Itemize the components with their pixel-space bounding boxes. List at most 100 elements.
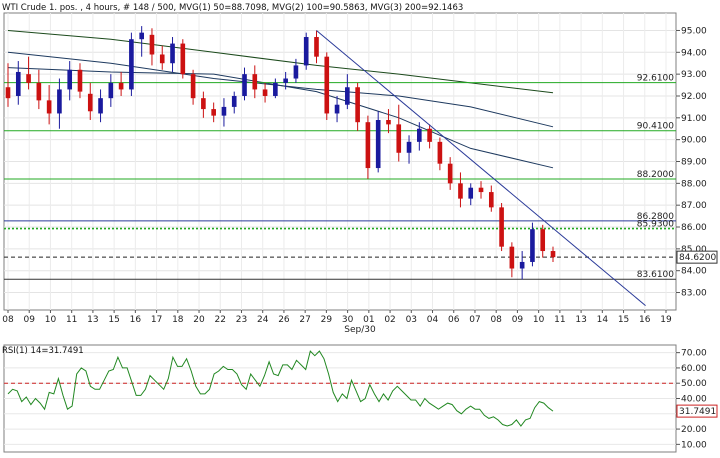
candle-body xyxy=(242,74,247,96)
level-label: 83.6100 xyxy=(637,270,674,280)
candle-body xyxy=(334,104,340,114)
candle-body xyxy=(180,43,186,75)
price-panel: 92.610090.410088.200086.280085.930083.61… xyxy=(2,3,718,335)
x-tick-label: 15 xyxy=(108,315,119,325)
rsi-panel: 10.0020.0030.0040.0050.0060.0070.0031.74… xyxy=(2,344,718,453)
x-tick-label: 08 xyxy=(490,315,502,325)
x-tick-label: 26 xyxy=(278,315,290,325)
candle-body xyxy=(5,87,11,99)
candle-body xyxy=(36,82,42,101)
x-axis-annotation: Sep/30 xyxy=(344,325,376,335)
rsi-header: RSI(1) 14=31.7491 xyxy=(2,346,84,356)
candle-body xyxy=(519,261,525,269)
x-tick-label: 15 xyxy=(618,315,629,325)
x-tick-label: 02 xyxy=(384,315,395,325)
candle-body xyxy=(108,82,114,99)
candle-body xyxy=(406,141,412,153)
x-tick-label: 27 xyxy=(299,315,310,325)
candle-body xyxy=(201,98,206,110)
x-tick-label: 18 xyxy=(172,315,184,325)
candle-body xyxy=(211,109,216,116)
candle-body xyxy=(396,124,402,153)
x-tick-label: 06 xyxy=(448,315,460,325)
x-tick-label: 30 xyxy=(342,315,354,325)
price-y-tick-label: 91.00 xyxy=(681,114,707,124)
candle-body xyxy=(468,187,474,199)
chart-root: 92.6100 90.4100 88.2000 86.2800 85.9300 83.61… xyxy=(0,0,720,458)
x-tick-label: 11 xyxy=(66,315,77,325)
price-y-tick-label: 87.00 xyxy=(681,201,707,211)
candle-body xyxy=(15,71,21,96)
candle-body xyxy=(303,37,309,66)
x-tick-label: 17 xyxy=(151,315,162,325)
main-header: WTI Crude 1. pos. , 4 hours, # 148 / 500… xyxy=(2,3,463,13)
candle-body xyxy=(499,207,504,247)
candle-body xyxy=(324,56,330,114)
level-label: 92.6100 xyxy=(637,74,674,84)
price-y-tick-label: 95.00 xyxy=(681,26,707,36)
candle-body xyxy=(447,163,453,184)
candle-body xyxy=(46,100,52,114)
x-tick-label: 10 xyxy=(45,315,57,325)
candle-body xyxy=(375,120,381,169)
x-tick-label: 08 xyxy=(2,315,14,325)
rsi-y-tick-label: 20.00 xyxy=(681,425,707,435)
candle-body xyxy=(118,82,124,90)
price-y-tick-label: 94.00 xyxy=(681,48,707,58)
candle-body xyxy=(252,74,258,90)
level-label: 90.4100 xyxy=(637,122,674,132)
candle-body xyxy=(190,74,196,99)
rsi-y-tick-label: 10.00 xyxy=(681,440,707,450)
candle-body xyxy=(345,87,350,105)
x-tick-label: 16 xyxy=(130,315,142,325)
x-tick-label: 16 xyxy=(639,315,651,325)
x-tick-label: 13 xyxy=(575,315,586,325)
candle-body xyxy=(509,246,515,269)
x-tick-label: 23 xyxy=(236,315,247,325)
x-tick-label: 24 xyxy=(257,315,269,325)
level-label: 88.2000 xyxy=(637,170,674,180)
candle-body xyxy=(170,43,175,64)
x-tick-label: 19 xyxy=(660,315,672,325)
candle-body xyxy=(139,32,144,40)
rsi-y-tick-label: 70.00 xyxy=(681,349,707,359)
x-tick-label: 22 xyxy=(215,315,226,325)
candle-body xyxy=(283,78,288,83)
candle-body xyxy=(149,34,155,55)
rsi-current-label: 31.7491 xyxy=(679,407,716,417)
level-label: 85.9300 xyxy=(637,220,674,230)
x-tick-label: 09 xyxy=(512,315,524,325)
x-tick-label: 04 xyxy=(427,315,439,325)
x-tick-label: 11 xyxy=(554,315,565,325)
price-y-tick-label: 86.00 xyxy=(681,223,707,233)
candle-body xyxy=(488,192,494,208)
rsi-y-tick-label: 50.00 xyxy=(681,379,707,389)
candle-body xyxy=(262,89,268,96)
x-tick-label: 13 xyxy=(87,315,98,325)
candle-body xyxy=(67,69,73,90)
candle-body xyxy=(478,187,484,193)
candle-body xyxy=(550,251,556,258)
candle-body xyxy=(98,98,103,114)
price-y-tick-label: 92.00 xyxy=(681,92,707,102)
candle-body xyxy=(314,37,319,57)
candle-body xyxy=(57,89,62,114)
price-y-tick-label: 83.00 xyxy=(681,289,707,299)
rsi-y-tick-label: 60.00 xyxy=(681,364,707,374)
candle-body xyxy=(365,122,371,169)
x-tick-label: 07 xyxy=(469,315,480,325)
current-price-label: 84.6200 xyxy=(679,253,716,263)
candle-body xyxy=(530,229,535,262)
candle-body xyxy=(273,82,278,96)
price-y-tick-label: 84.00 xyxy=(681,267,707,277)
x-tick-label: 14 xyxy=(597,315,609,325)
candle-body xyxy=(458,183,463,199)
candle-body xyxy=(159,54,165,64)
chart-svg: 92.610090.410088.200086.280085.930083.61… xyxy=(0,0,720,458)
x-tick-label: 09 xyxy=(23,315,35,325)
candle-body xyxy=(129,39,134,90)
candle-body xyxy=(26,74,31,83)
candle-body xyxy=(231,95,237,107)
price-y-tick-label: 90.00 xyxy=(681,136,707,146)
candle-body xyxy=(221,106,227,116)
